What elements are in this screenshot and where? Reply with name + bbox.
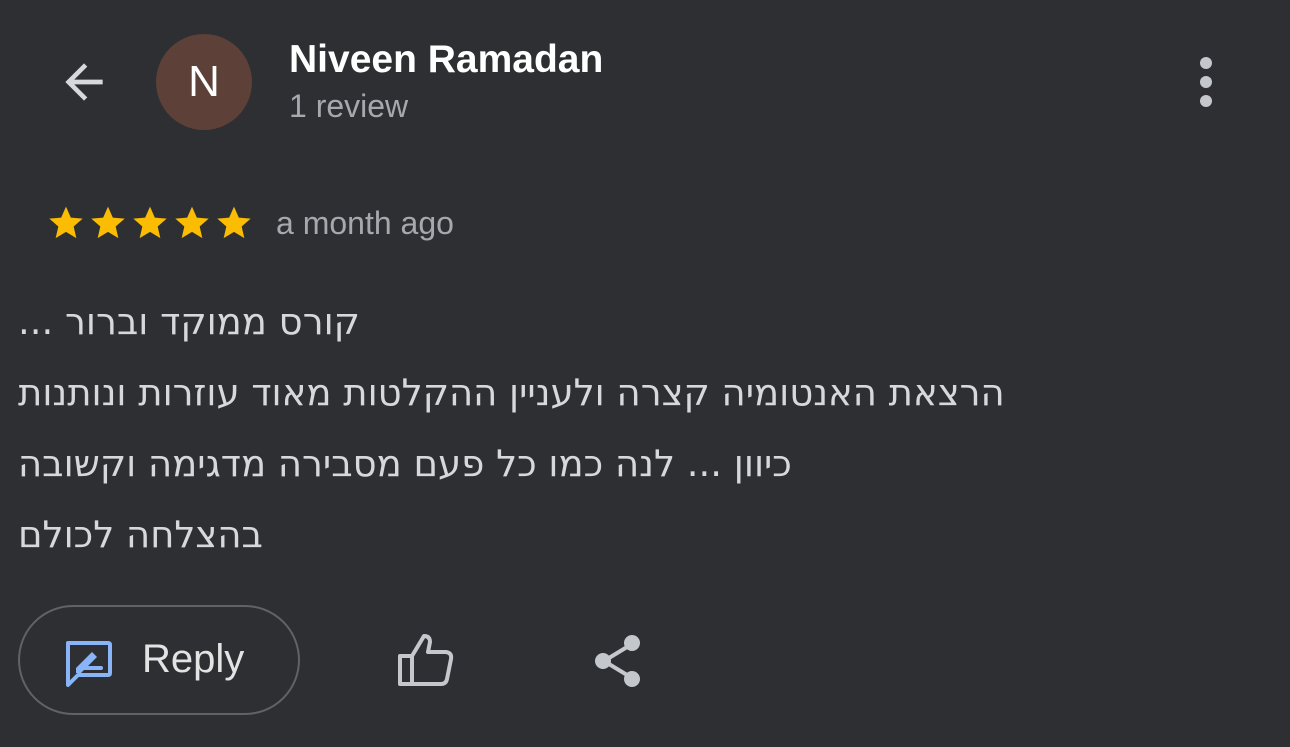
reply-label: Reply [142,637,245,681]
share-icon [595,635,640,687]
thumb-up-icon [398,634,454,686]
avatar-initial: N [188,57,220,106]
more-options-button[interactable] [1180,50,1232,114]
review-line: הרצאת האנטומיה קצרה ולעניין ההקלטות מאוד… [18,371,1005,414]
reply-edit-icon [66,641,112,687]
review-timestamp: a month ago [276,205,454,241]
more-vertical-icon [1200,57,1212,69]
star-icon [175,206,209,239]
star-icon [133,206,167,239]
review-detail-screen: N Niveen Ramadan 1 review a month ago קו… [0,0,1290,747]
review-text: קורס ממוקד וברור ... הרצאת האנטומיה קצרה… [18,286,1198,570]
back-button[interactable] [52,50,116,114]
reviewer-name[interactable]: Niveen Ramadan [289,38,603,82]
like-button[interactable] [392,628,458,692]
review-line: כיוון ... לנה כמו כל פעם מסבירה מדגימה ו… [18,442,792,485]
reply-button[interactable]: Reply [18,605,300,715]
review-line: בהצלחה לכולם [18,513,263,556]
star-rating [46,203,254,243]
arrow-back-icon [65,63,103,101]
review-line: קורס ממוקד וברור ... [18,300,360,343]
star-icon [217,206,251,239]
star-icon [91,206,125,239]
star-icon [49,206,83,239]
avatar[interactable]: N [156,34,252,130]
review-count: 1 review [289,88,409,124]
share-button[interactable] [590,632,646,690]
